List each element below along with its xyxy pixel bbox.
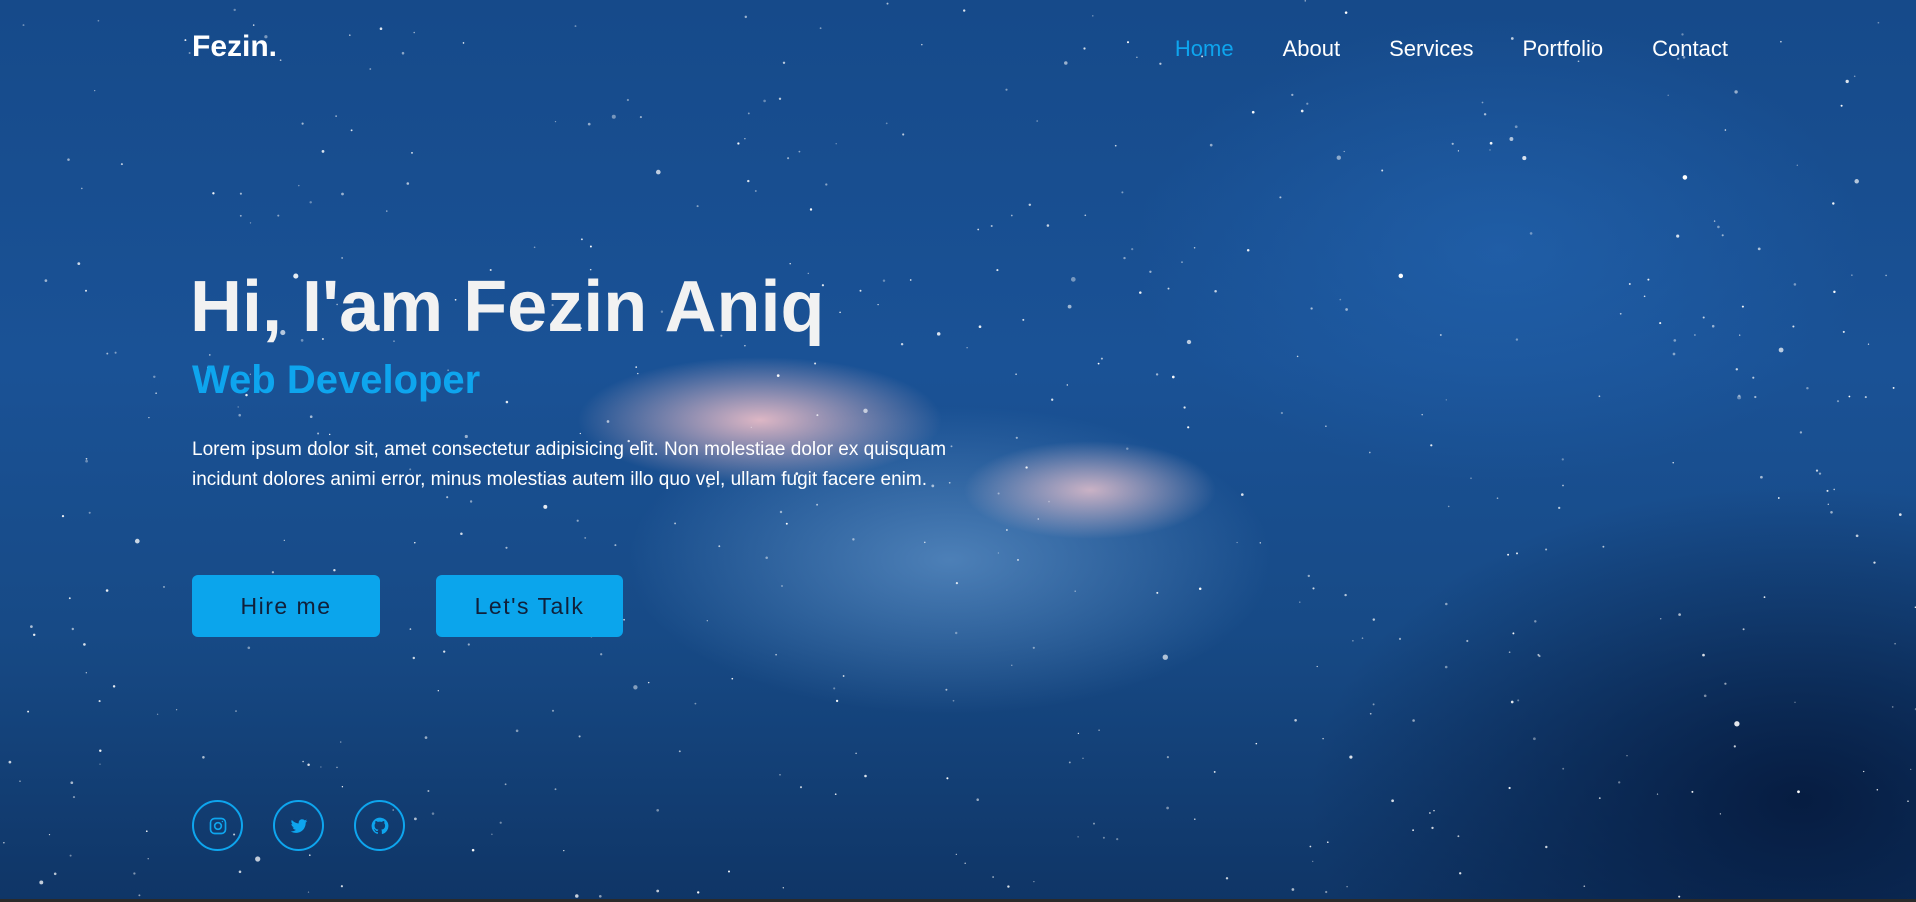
nav-item-about[interactable]: About — [1283, 36, 1341, 62]
nav-item-contact[interactable]: Contact — [1652, 36, 1728, 62]
nav-item-home[interactable]: Home — [1175, 36, 1234, 62]
logo[interactable]: Fezin. — [192, 30, 277, 64]
github-link[interactable] — [354, 800, 405, 851]
nav-item-services[interactable]: Services — [1389, 36, 1473, 62]
hero-title: Hi, I'am Fezin Aniq — [190, 267, 825, 347]
hero-section: Fezin. Home About Services Portfolio Con… — [0, 0, 1916, 902]
twitter-link[interactable] — [273, 800, 324, 851]
instagram-icon — [209, 817, 226, 834]
twitter-icon — [290, 818, 307, 833]
hire-me-button[interactable]: Hire me — [192, 575, 380, 637]
lets-talk-button[interactable]: Let's Talk — [436, 575, 623, 637]
hero-subtitle: Web Developer — [192, 358, 481, 402]
hero-description: Lorem ipsum dolor sit, amet consectetur … — [192, 439, 947, 490]
nav-item-portfolio[interactable]: Portfolio — [1522, 36, 1603, 62]
nav-menu: Home About Services Portfolio Contact — [1126, 36, 1728, 62]
github-icon — [371, 817, 388, 834]
instagram-link[interactable] — [192, 800, 243, 851]
navbar: Fezin. Home About Services Portfolio Con… — [0, 0, 1916, 104]
